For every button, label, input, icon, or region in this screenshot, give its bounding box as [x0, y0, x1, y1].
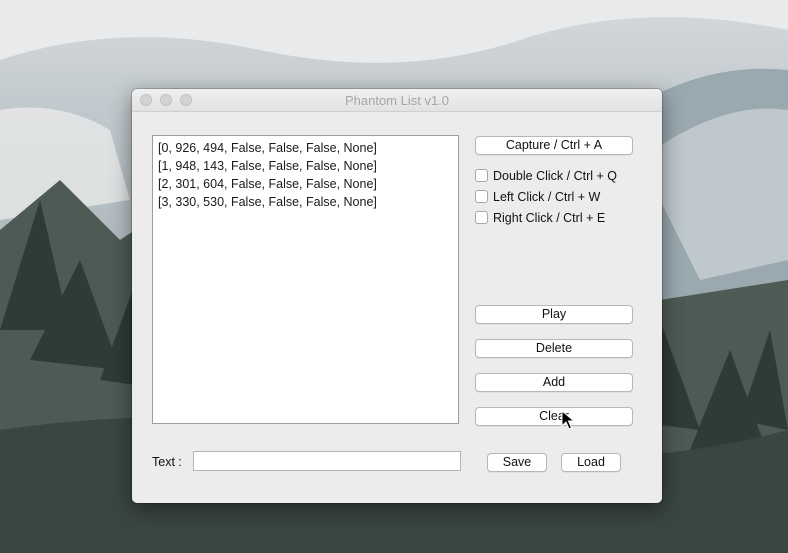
window-title: Phantom List v1.0	[344, 93, 450, 108]
text-input[interactable]	[193, 451, 461, 471]
right-click-label: Right Click / Ctrl + E	[493, 211, 606, 225]
list-item[interactable]: [3, 330, 530, False, False, False, None]	[158, 193, 453, 211]
capture-button[interactable]: Capture / Ctrl + A	[475, 136, 633, 155]
list-item[interactable]: [1, 948, 143, False, False, False, None]	[158, 157, 453, 175]
app-window: Phantom List v1.0 [0, 926, 494, False, F…	[132, 89, 662, 503]
load-button[interactable]: Load	[561, 453, 621, 472]
add-button[interactable]: Add	[475, 373, 633, 392]
list-item[interactable]: [2, 301, 604, False, False, False, None]	[158, 175, 453, 193]
mouse-pointer-icon	[561, 410, 575, 430]
right-click-checkbox[interactable]: Right Click / Ctrl + E	[475, 209, 605, 227]
double-click-checkbox[interactable]: Double Click / Ctrl + Q	[475, 167, 617, 185]
double-click-label: Double Click / Ctrl + Q	[493, 169, 617, 183]
checkbox-box[interactable]	[475, 190, 488, 203]
play-button[interactable]: Play	[475, 305, 633, 324]
save-button[interactable]: Save	[487, 453, 547, 472]
left-click-label: Left Click / Ctrl + W	[493, 190, 601, 204]
clear-button[interactable]: Clear	[475, 407, 633, 426]
checkbox-box[interactable]	[475, 169, 488, 182]
left-click-checkbox[interactable]: Left Click / Ctrl + W	[475, 188, 600, 206]
list-item[interactable]: [0, 926, 494, False, False, False, None]	[158, 139, 453, 157]
checkbox-box[interactable]	[475, 211, 488, 224]
title-bar[interactable]: Phantom List v1.0	[132, 89, 662, 112]
delete-button[interactable]: Delete	[475, 339, 633, 358]
text-label: Text :	[152, 455, 182, 469]
phantom-listbox[interactable]: [0, 926, 494, False, False, False, None]…	[152, 135, 459, 424]
